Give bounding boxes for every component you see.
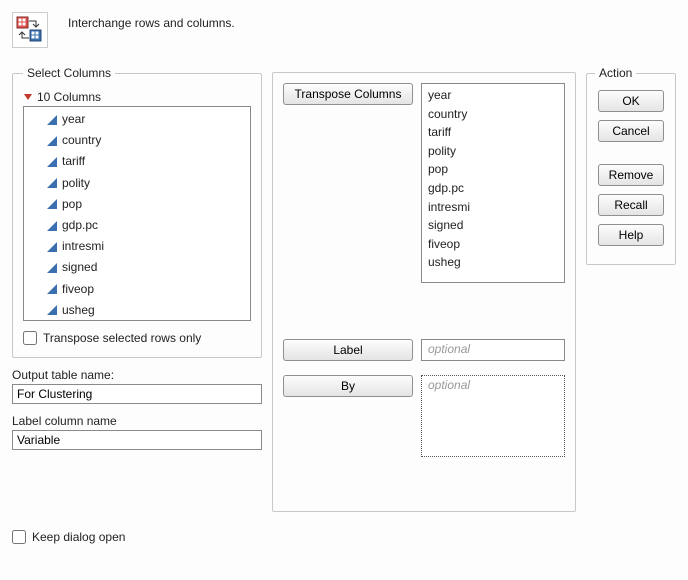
- transpose-columns-list[interactable]: yearcountrytariffpolitypopgdp.pcintresmi…: [421, 83, 565, 283]
- help-button[interactable]: Help: [598, 224, 664, 246]
- recall-button[interactable]: Recall: [598, 194, 664, 216]
- transpose-list-item[interactable]: country: [428, 105, 558, 124]
- label-role-button[interactable]: Label: [283, 339, 413, 361]
- keep-dialog-open-checkbox[interactable]: [12, 530, 26, 544]
- action-legend: Action: [595, 66, 636, 80]
- label-role-placeholder: optional: [428, 342, 470, 356]
- column-item[interactable]: pop: [28, 194, 246, 215]
- by-role-placeholder: optional: [428, 378, 470, 392]
- transpose-list-item[interactable]: tariff: [428, 123, 558, 142]
- column-item-label: gdp.pc: [62, 216, 98, 235]
- column-item-label: signed: [62, 258, 97, 277]
- remove-button[interactable]: Remove: [598, 164, 664, 186]
- column-item-label: fiveop: [62, 280, 94, 299]
- column-item[interactable]: tariff: [28, 151, 246, 172]
- keep-dialog-open-label[interactable]: Keep dialog open: [32, 530, 125, 544]
- output-table-input[interactable]: [12, 384, 262, 404]
- transpose-list-item[interactable]: year: [428, 86, 558, 105]
- transpose-list-item[interactable]: polity: [428, 142, 558, 161]
- column-item-label: tariff: [62, 152, 85, 171]
- action-group: Action OK Cancel Remove Recall Help: [586, 66, 676, 265]
- column-item[interactable]: signed: [28, 257, 246, 278]
- transpose-list-item[interactable]: intresmi: [428, 198, 558, 217]
- column-item-label: year: [62, 110, 85, 129]
- column-item[interactable]: polity: [28, 173, 246, 194]
- column-item[interactable]: intresmi: [28, 236, 246, 257]
- columns-count-label: 10 Columns: [37, 90, 101, 104]
- by-role-button[interactable]: By: [283, 375, 413, 397]
- cancel-button[interactable]: Cancel: [598, 120, 664, 142]
- ok-button[interactable]: OK: [598, 90, 664, 112]
- column-item-label: pop: [62, 195, 82, 214]
- transpose-selected-rows-label[interactable]: Transpose selected rows only: [43, 331, 201, 345]
- label-column-input[interactable]: [12, 430, 262, 450]
- column-item[interactable]: fiveop: [28, 279, 246, 300]
- column-item-label: usheg: [62, 301, 95, 320]
- column-item[interactable]: country: [28, 130, 246, 151]
- column-item[interactable]: usheg: [28, 300, 246, 321]
- column-item-label: polity: [62, 174, 90, 193]
- transpose-list-item[interactable]: gdp.pc: [428, 179, 558, 198]
- transpose-columns-button[interactable]: Transpose Columns: [283, 83, 413, 105]
- output-table-label: Output table name:: [12, 368, 262, 382]
- transpose-icon: [12, 12, 48, 48]
- roles-panel: Transpose Columns yearcountrytariffpolit…: [272, 72, 576, 512]
- column-item[interactable]: gdp.pc: [28, 215, 246, 236]
- transpose-selected-rows-checkbox[interactable]: [23, 331, 37, 345]
- column-item-label: country: [62, 131, 101, 150]
- select-columns-legend: Select Columns: [23, 66, 115, 80]
- transpose-list-item[interactable]: pop: [428, 160, 558, 179]
- select-columns-group: Select Columns 10 Columns year country tar…: [12, 66, 262, 358]
- columns-tree[interactable]: year country tariff polity pop gdp.pc intresmi…: [23, 106, 251, 321]
- transpose-list-item[interactable]: fiveop: [428, 235, 558, 254]
- by-role-list[interactable]: optional: [421, 375, 565, 457]
- transpose-list-item[interactable]: usheg: [428, 253, 558, 272]
- column-item-label: intresmi: [62, 237, 104, 256]
- disclosure-triangle-icon[interactable]: [23, 92, 33, 102]
- label-role-list[interactable]: optional: [421, 339, 565, 361]
- dialog-description: Interchange rows and columns.: [68, 12, 235, 30]
- transpose-list-item[interactable]: signed: [428, 216, 558, 235]
- label-column-label: Label column name: [12, 414, 262, 428]
- column-item[interactable]: year: [28, 109, 246, 130]
